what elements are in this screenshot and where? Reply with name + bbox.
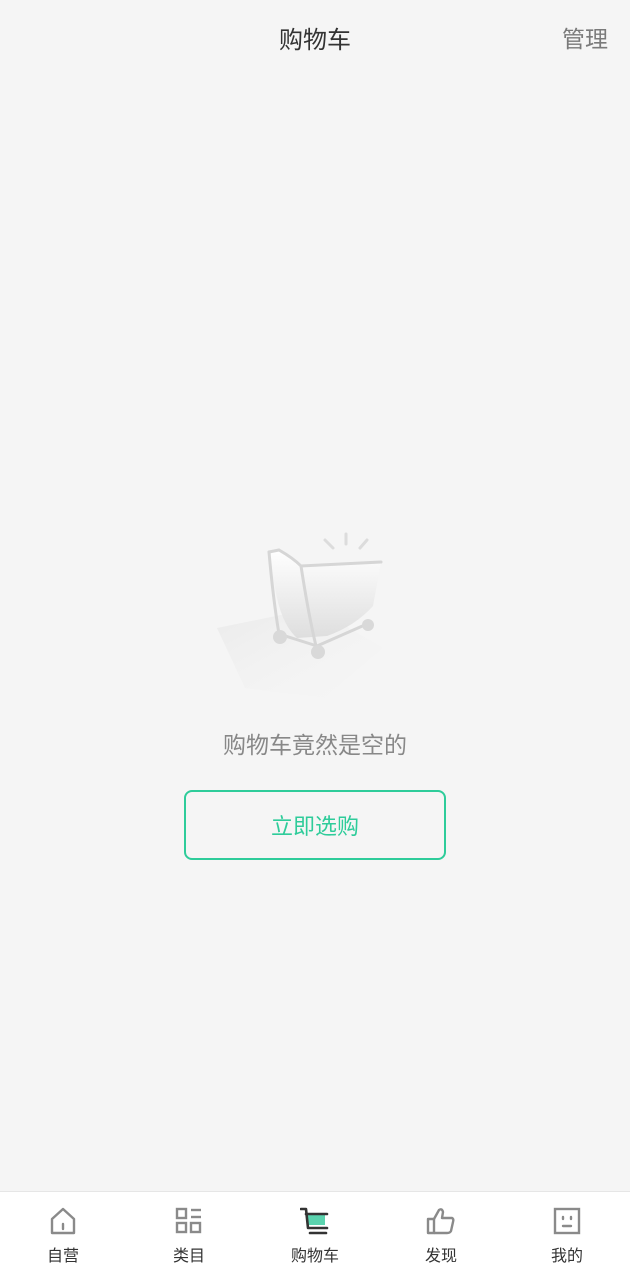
header: 购物车 管理 (0, 0, 630, 82)
tab-label: 发现 (424, 1246, 457, 1265)
tab-label: 我的 (550, 1246, 583, 1265)
thumbs-up-icon (426, 1206, 456, 1236)
tab-self-operated[interactable]: 自营 (0, 1192, 126, 1280)
bottom-tab-bar: 自营 类目 购物车 发现 我的 (0, 1191, 630, 1280)
page-title: 购物车 (279, 26, 351, 54)
shop-now-button[interactable]: 立即选购 (184, 790, 446, 860)
empty-cart-message: 购物车竟然是空的 (223, 733, 407, 759)
tab-label: 自营 (46, 1246, 79, 1265)
home-icon (48, 1206, 78, 1236)
tab-cart[interactable]: 购物车 (252, 1192, 378, 1280)
profile-icon (552, 1206, 582, 1236)
tab-label: 类目 (172, 1246, 205, 1265)
tab-category[interactable]: 类目 (126, 1192, 252, 1280)
manage-button[interactable]: 管理 (562, 22, 608, 58)
cart-icon (300, 1206, 330, 1236)
category-icon (174, 1206, 204, 1236)
tab-profile[interactable]: 我的 (504, 1192, 630, 1280)
tab-label: 购物车 (290, 1246, 339, 1265)
tab-discover[interactable]: 发现 (378, 1192, 504, 1280)
empty-cart-icon (205, 528, 405, 704)
